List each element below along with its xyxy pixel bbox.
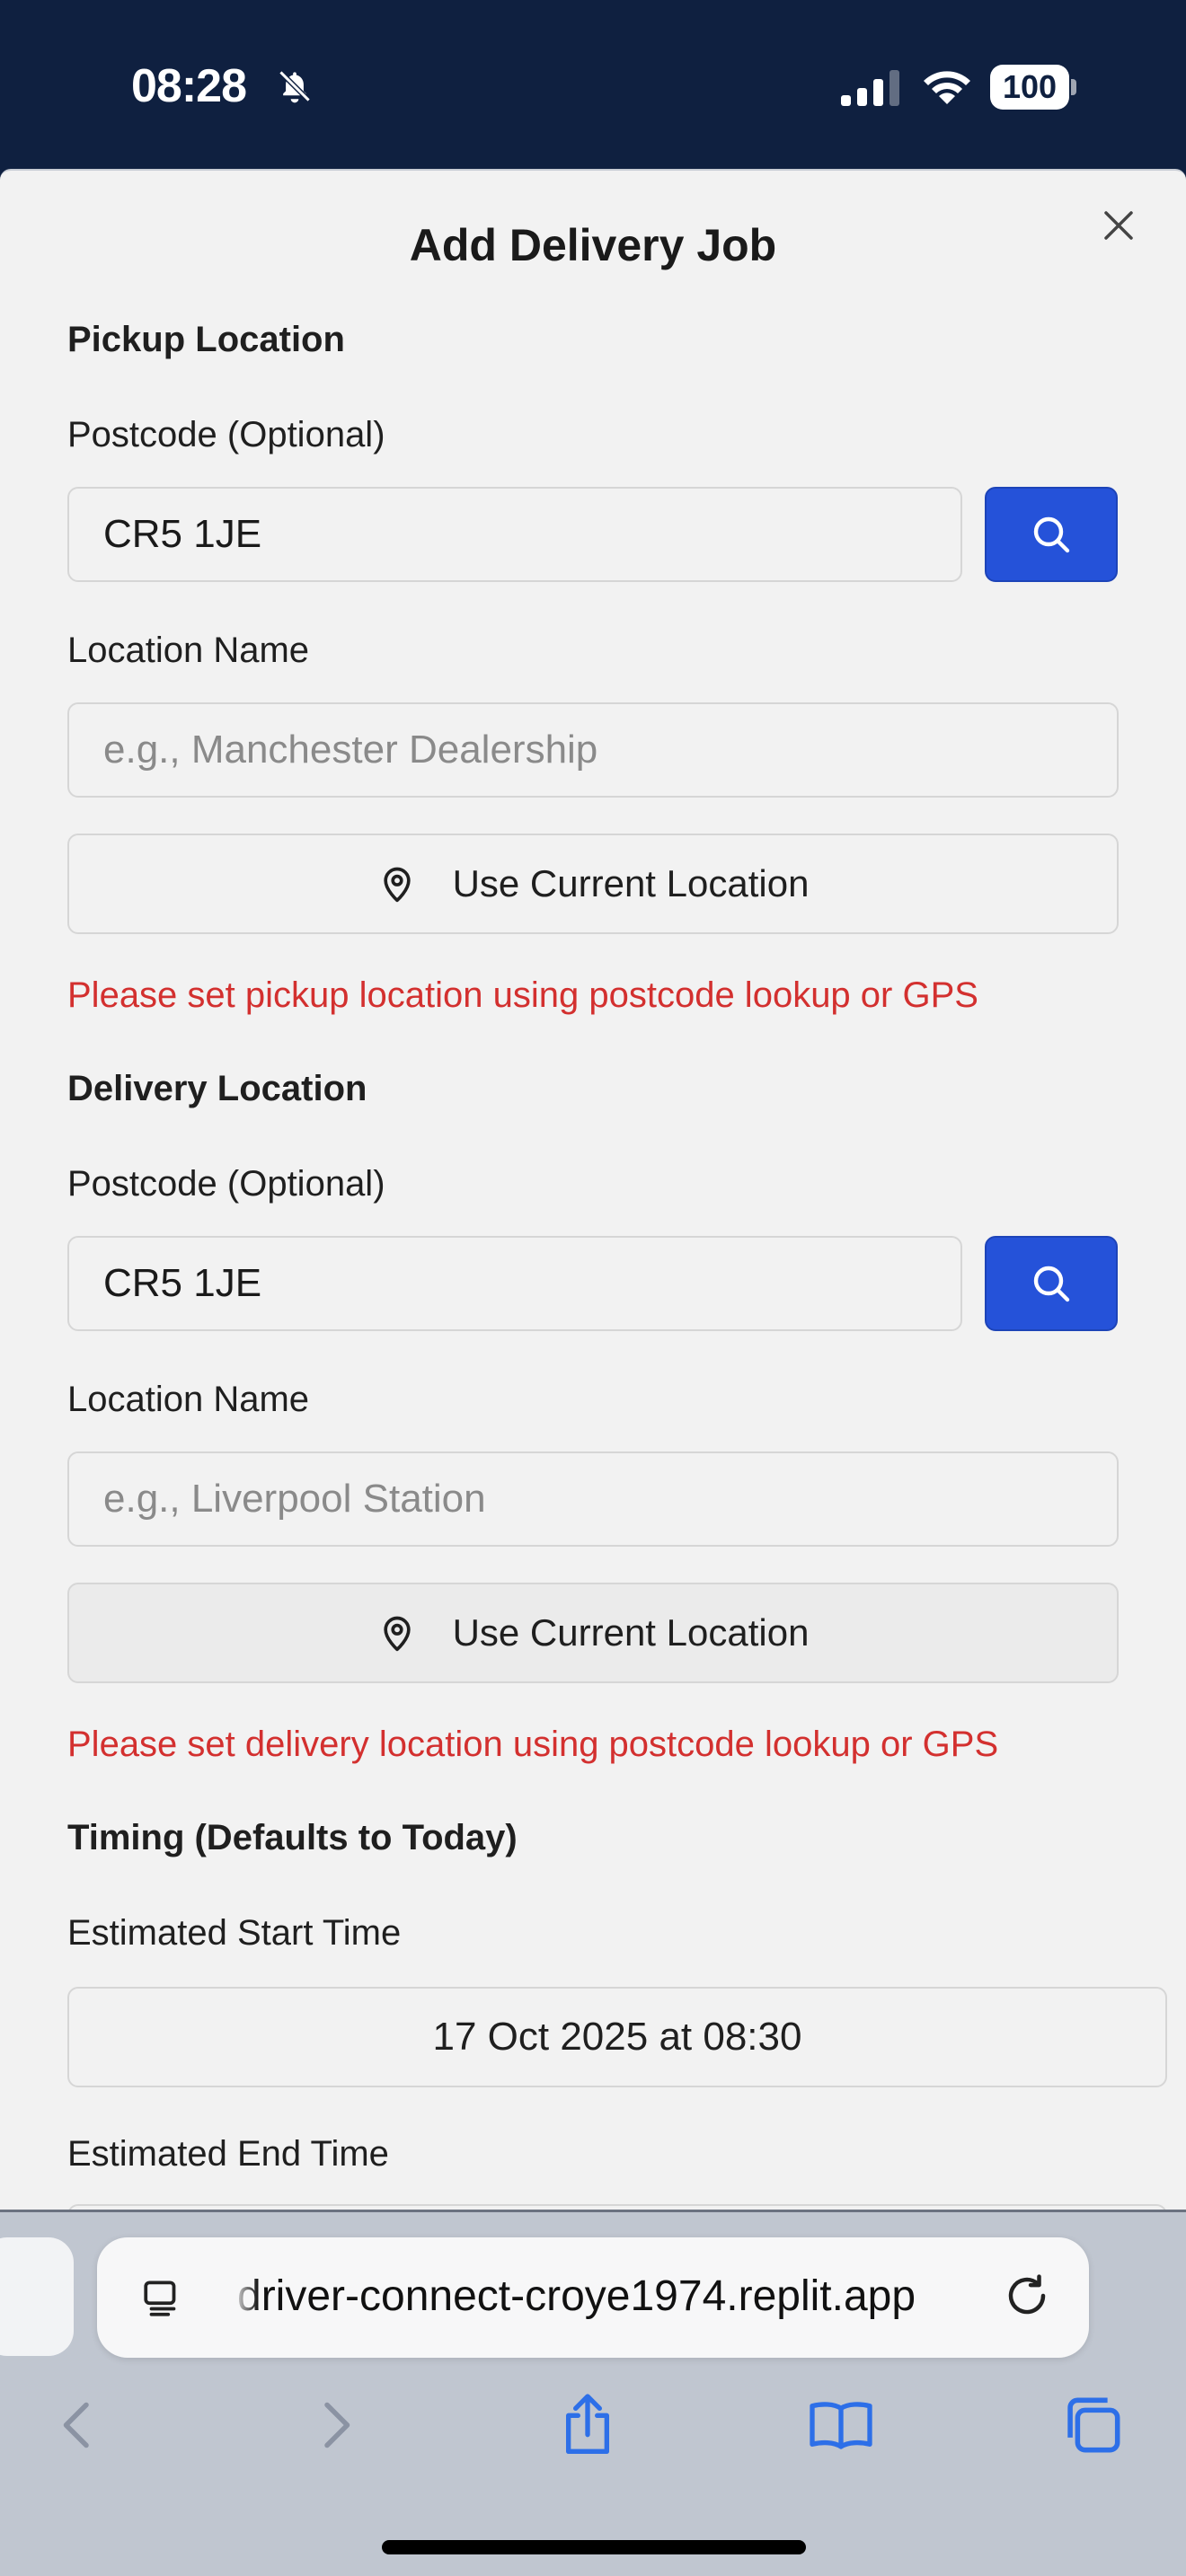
back-button[interactable]	[41, 2389, 113, 2461]
pickup-section-title: Pickup Location	[67, 320, 345, 359]
delivery-postcode-search-button[interactable]	[985, 1236, 1118, 1331]
delivery-gps-label: Use Current Location	[452, 1611, 810, 1654]
pickup-location-input[interactable]	[67, 702, 1119, 798]
delivery-location-input[interactable]	[67, 1451, 1119, 1547]
delivery-error-text: Please set delivery location using postc…	[67, 1725, 999, 1764]
delivery-postcode-label: Postcode (Optional)	[67, 1164, 385, 1204]
previous-tab-preview[interactable]	[0, 2237, 74, 2356]
start-time-value: 17 Oct 2025 at 08:30	[432, 2015, 802, 2059]
url-text[interactable]: driver-connect-croye1974.replit.app	[237, 2272, 916, 2321]
pickup-postcode-label: Postcode (Optional)	[67, 415, 385, 454]
share-button[interactable]	[552, 2389, 624, 2461]
address-bar[interactable]: driver-connect-croye1974.replit.app	[97, 2237, 1089, 2358]
delivery-postcode-input[interactable]	[67, 1236, 962, 1331]
wifi-icon	[924, 71, 970, 104]
modal-title: Add Delivery Job	[409, 220, 777, 270]
close-icon	[1104, 211, 1133, 240]
delivery-use-current-location-button[interactable]: Use Current Location	[67, 1583, 1119, 1683]
close-button[interactable]	[1096, 203, 1141, 248]
status-bar: 08:28 100	[0, 0, 1186, 169]
battery-level: 100	[990, 65, 1069, 110]
status-time: 08:28	[131, 60, 247, 112]
start-time-label: Estimated Start Time	[67, 1913, 402, 1953]
start-time-field[interactable]: 17 Oct 2025 at 08:30	[67, 1987, 1167, 2087]
pickup-gps-label: Use Current Location	[452, 862, 810, 904]
pickup-error-text: Please set pickup location using postcod…	[67, 975, 978, 1015]
back-icon	[63, 2402, 89, 2448]
signal-icon	[841, 70, 899, 106]
share-icon	[566, 2394, 609, 2454]
pickup-postcode-input[interactable]	[67, 487, 962, 582]
add-delivery-job-modal: Add Delivery Job Pickup Location Postcod…	[0, 169, 1186, 2210]
battery-icon: 100	[990, 65, 1076, 110]
pickup-postcode-search-button[interactable]	[985, 487, 1118, 582]
bookmarks-icon	[810, 2402, 872, 2449]
tabs-button[interactable]	[1057, 2389, 1128, 2461]
timing-section-title: Timing (Defaults to Today)	[67, 1818, 518, 1857]
tabs-icon	[1067, 2397, 1120, 2453]
bookmarks-button[interactable]	[805, 2389, 877, 2461]
delivery-location-label: Location Name	[67, 1380, 310, 1419]
home-indicator	[382, 2540, 806, 2554]
search-icon	[1033, 1266, 1070, 1302]
delivery-section-title: Delivery Location	[67, 1069, 367, 1108]
pickup-location-label: Location Name	[67, 631, 310, 670]
search-icon	[1033, 516, 1070, 553]
map-pin-icon	[383, 867, 411, 903]
map-pin-icon	[383, 1616, 411, 1652]
bell-slash-icon	[279, 70, 311, 103]
end-time-label: Estimated End Time	[67, 2134, 389, 2174]
reload-icon[interactable]	[1003, 2272, 1051, 2320]
pickup-use-current-location-button[interactable]: Use Current Location	[67, 834, 1119, 934]
forward-button[interactable]	[300, 2389, 372, 2461]
forward-icon	[324, 2402, 350, 2448]
reader-icon[interactable]	[140, 2275, 185, 2320]
